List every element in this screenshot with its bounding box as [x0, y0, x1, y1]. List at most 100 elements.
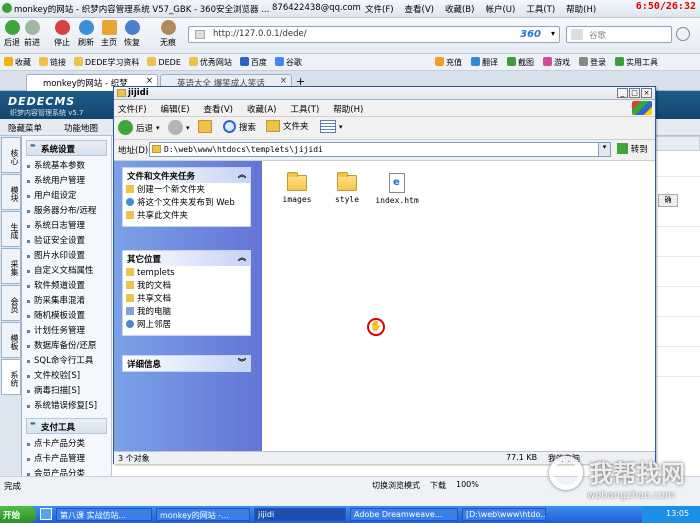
vtab-generate[interactable]: 生成 [1, 211, 21, 247]
task-dreamweaver[interactable]: Adobe Dreamweave... [350, 508, 458, 521]
quicklaunch-icon[interactable] [40, 508, 52, 520]
task-new-folder[interactable]: 创建一个新文件夹 [123, 183, 250, 196]
task-share-folder[interactable]: 共享此文件夹 [123, 209, 250, 226]
hide-menu-link[interactable]: 隐藏菜单 [8, 122, 42, 134]
menu-item[interactable]: 随机模板设置 [22, 309, 111, 324]
ex-menu-edit[interactable]: 编辑(E) [161, 103, 190, 115]
fav-login[interactable]: 登录 [579, 57, 606, 68]
explorer-address-input[interactable]: D:\web\www\htdocs\templets\jijidi ▾ [149, 142, 611, 157]
fav-baidu[interactable]: 百度 [239, 57, 267, 68]
account-link[interactable]: 876422438@qq.com [272, 3, 361, 13]
fav-dede-study[interactable]: DEDE学习资料 [74, 57, 139, 68]
fav-games[interactable]: 游戏 [543, 57, 570, 68]
ex-menu-help[interactable]: 帮助(H) [333, 103, 363, 115]
menu-item[interactable]: 病毒扫描[S] [22, 384, 111, 399]
place-network[interactable]: 网上邻居 [123, 318, 250, 335]
search-icon[interactable] [676, 27, 690, 41]
stop-button[interactable]: 停止 [52, 20, 72, 48]
menu-view[interactable]: 查看(V) [405, 3, 434, 15]
forward-button[interactable]: 前进 [22, 20, 42, 48]
go-button[interactable]: 转到 [617, 143, 648, 155]
engine-badge[interactable]: 360 [520, 29, 541, 40]
menu-item[interactable]: 服务器分布/远程 [22, 204, 111, 219]
download-button[interactable]: 下载 [430, 480, 446, 491]
ex-up-button[interactable] [198, 120, 212, 133]
collapse-icon[interactable]: ︽ [238, 169, 246, 180]
fav-collect[interactable]: 收藏 [4, 57, 31, 68]
address-url[interactable]: http://127.0.0.1/dede/ [213, 29, 307, 39]
panel-header[interactable]: 文件和文件夹任务 ︽ [123, 168, 250, 183]
address-dropdown-icon[interactable]: ▾ [551, 29, 555, 38]
task-publish-web[interactable]: 将这个文件夹发布到 Web [123, 196, 250, 209]
menu-account[interactable]: 帐户(U) [485, 3, 515, 15]
fav-screenshot[interactable]: 截图 [507, 57, 534, 68]
address-dropdown-icon[interactable]: ▾ [598, 143, 610, 156]
refresh-button[interactable]: 刷新 [76, 20, 96, 48]
section-system-settings[interactable]: 系统设置 [26, 140, 107, 156]
ex-search-button[interactable]: 搜索 [223, 120, 256, 133]
menu-item[interactable]: 点卡产品管理 [22, 452, 111, 467]
menu-item[interactable]: SQL命令行工具 [22, 354, 111, 369]
file-item[interactable]: images [275, 172, 319, 204]
collapse-icon[interactable]: ︽ [238, 252, 246, 263]
fav-excellent-sites[interactable]: 优秀网站 [188, 57, 232, 68]
task-dw-file[interactable]: [D:\web\www\htdo... [462, 508, 546, 521]
vtab-system[interactable]: 系统 [1, 359, 21, 395]
close-tab-icon[interactable]: × [280, 76, 287, 86]
menu-item[interactable]: 系统用户管理 [22, 174, 111, 189]
minimize-button[interactable]: _ [617, 88, 628, 98]
file-item[interactable]: index.htm [375, 173, 419, 205]
feature-map-link[interactable]: 功能地图 [64, 122, 98, 134]
task-lesson-video[interactable]: 第八课 实战仿站... [56, 508, 152, 521]
close-button[interactable]: × [641, 88, 652, 98]
menu-item[interactable]: 自定义文档属性 [22, 264, 111, 279]
fav-tools[interactable]: 实用工具 [615, 57, 658, 68]
home-button[interactable]: 主页 [99, 20, 119, 48]
ex-menu-favorites[interactable]: 收藏(A) [247, 103, 276, 115]
menu-item[interactable]: 数据库备份/还原 [22, 339, 111, 354]
start-button[interactable]: 开始 [0, 506, 36, 523]
search-engine-icon[interactable] [571, 29, 583, 40]
vtab-member[interactable]: 会员 [1, 285, 21, 321]
fav-dede[interactable]: DEDE [147, 57, 181, 68]
menu-item[interactable]: 软件频道设置 [22, 279, 111, 294]
menu-item[interactable]: 系统基本参数 [22, 159, 111, 174]
menu-favorites[interactable]: 收藏(B) [445, 3, 474, 15]
task-browser[interactable]: monkey的网站 -... [156, 508, 250, 521]
incognito-button[interactable]: 无痕 [158, 20, 178, 48]
ex-menu-file[interactable]: 文件(F) [118, 103, 147, 115]
menu-item[interactable]: 点卡产品分类 [22, 437, 111, 452]
section-payment-tools[interactable]: 支付工具 [26, 418, 107, 434]
fav-google[interactable]: 谷歌 [274, 57, 302, 68]
place-my-documents[interactable]: 我的文档 [123, 279, 250, 292]
zoom-level[interactable]: 100% [456, 480, 479, 491]
menu-tools[interactable]: 工具(T) [526, 3, 555, 15]
fav-translate[interactable]: 翻译 [471, 57, 498, 68]
fav-recharge[interactable]: 充值 [435, 57, 462, 68]
vtab-core[interactable]: 核心 [1, 137, 21, 173]
place-shared-documents[interactable]: 共享文档 [123, 292, 250, 305]
vtab-collect[interactable]: 采集 [1, 248, 21, 284]
menu-item[interactable]: 图片水印设置 [22, 249, 111, 264]
vtab-template[interactable]: 模板 [1, 322, 21, 358]
menu-item[interactable]: 系统错误修复[S] [22, 399, 111, 414]
back-button[interactable]: 后退 [2, 20, 22, 48]
expand-icon[interactable]: ︾ [238, 357, 246, 368]
task-explorer[interactable]: jijidi [254, 508, 346, 521]
place-my-computer[interactable]: 我的电脑 [123, 305, 250, 318]
menu-item[interactable]: 系统日志管理 [22, 219, 111, 234]
address-path[interactable]: D:\web\www\htdocs\templets\jijidi [164, 145, 323, 154]
maximize-button[interactable]: □ [629, 88, 640, 98]
search-box[interactable]: 谷歌 [566, 26, 672, 43]
menu-item[interactable]: 用户组设定 [22, 189, 111, 204]
ex-menu-view[interactable]: 查看(V) [204, 103, 233, 115]
ex-views-button[interactable]: ▾ [320, 120, 343, 133]
ex-forward-button[interactable]: ▾ [168, 120, 190, 135]
vtab-module[interactable]: 模块 [1, 174, 21, 210]
menu-item[interactable]: 会员产品分类 [22, 467, 111, 476]
address-bar[interactable]: http://127.0.0.1/dede/ 360 ▾ [188, 26, 560, 43]
menu-item[interactable]: 防采集串混淆 [22, 294, 111, 309]
ex-folders-button[interactable]: 文件夹 [266, 120, 309, 132]
file-item[interactable]: style [325, 172, 369, 204]
fav-links[interactable]: 链接 [39, 57, 66, 68]
